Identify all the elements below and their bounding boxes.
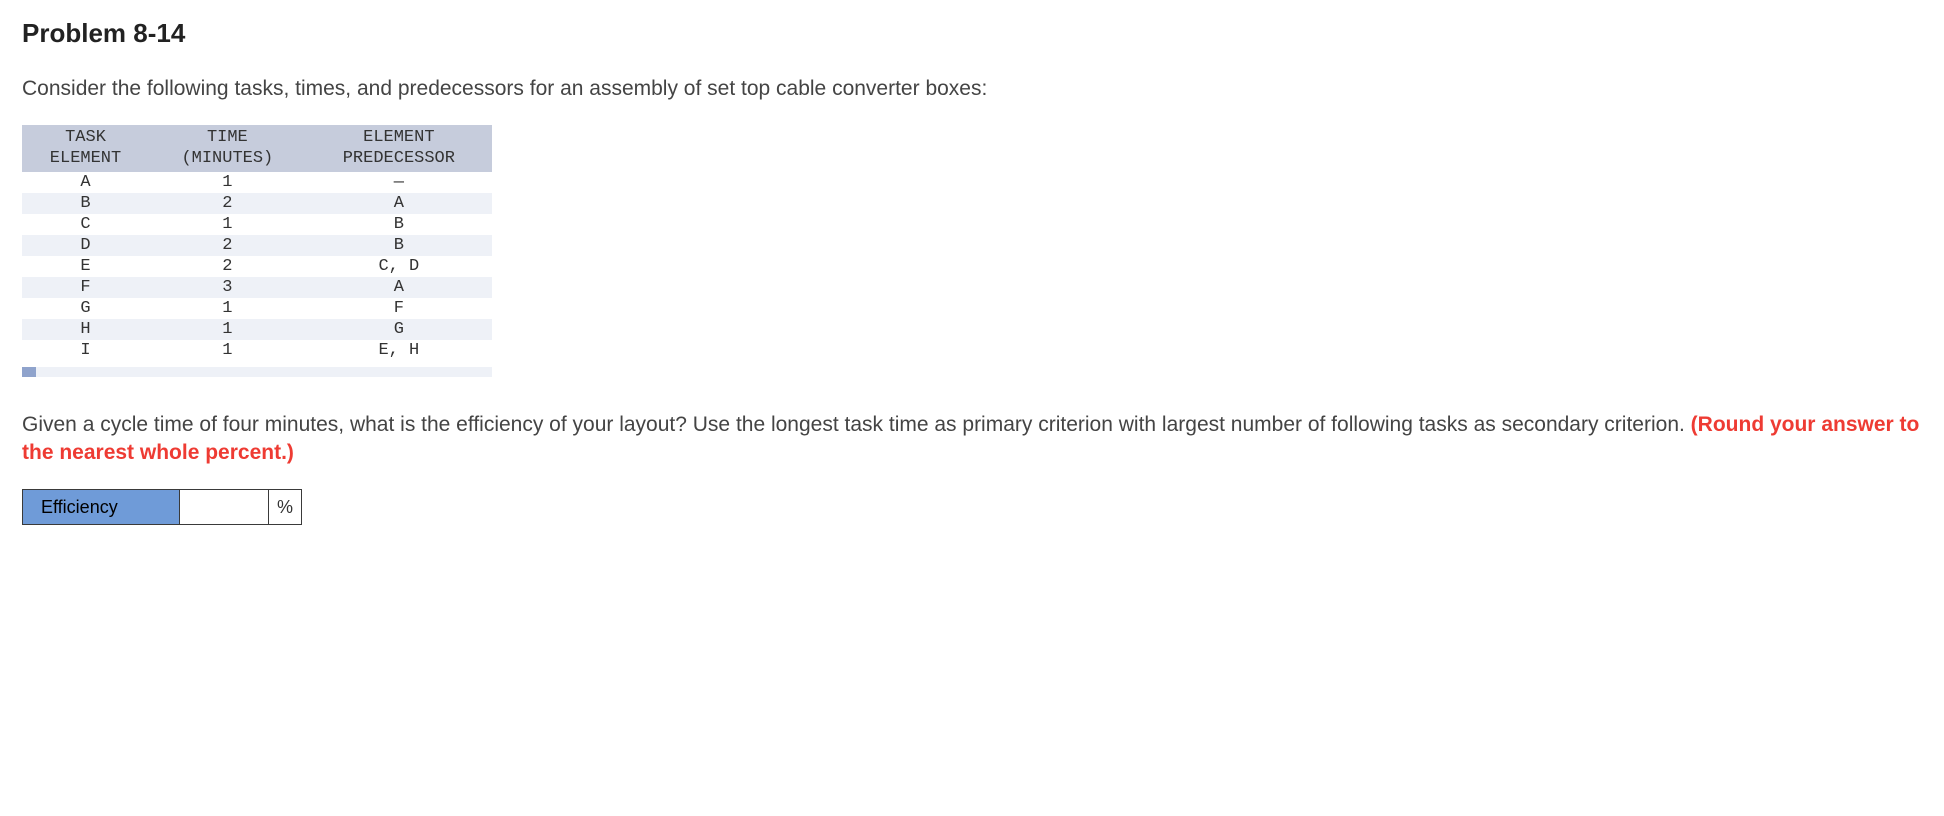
- efficiency-input[interactable]: [180, 490, 269, 524]
- table-row: G1F: [22, 298, 492, 319]
- table-row: A1—: [22, 172, 492, 193]
- cell-pred: A: [306, 193, 492, 214]
- cell-pred: C, D: [306, 256, 492, 277]
- cell-task: A: [22, 172, 149, 193]
- cell-time: 3: [149, 277, 306, 298]
- col-header-time: TIME (MINUTES): [149, 125, 306, 172]
- answer-row: Efficiency %: [22, 489, 302, 525]
- table-row: F3A: [22, 277, 492, 298]
- cell-task: G: [22, 298, 149, 319]
- cell-pred: —: [306, 172, 492, 193]
- cell-pred: B: [306, 214, 492, 235]
- cell-pred: B: [306, 235, 492, 256]
- table-row: C1B: [22, 214, 492, 235]
- cell-pred: F: [306, 298, 492, 319]
- cell-pred: G: [306, 319, 492, 340]
- cell-time: 1: [149, 319, 306, 340]
- cell-time: 1: [149, 214, 306, 235]
- cell-task: D: [22, 235, 149, 256]
- col-header-pred: ELEMENT PREDECESSOR: [306, 125, 492, 172]
- cell-time: 1: [149, 298, 306, 319]
- col-header-task: TASK ELEMENT: [22, 125, 149, 172]
- problem-title: Problem 8-14: [22, 18, 1922, 49]
- cell-time: 2: [149, 235, 306, 256]
- table-scrollbar-track[interactable]: [22, 367, 492, 377]
- cell-time: 2: [149, 256, 306, 277]
- efficiency-unit: %: [269, 490, 301, 524]
- table-row: I1E, H: [22, 340, 492, 361]
- cell-time: 2: [149, 193, 306, 214]
- table-row: E2C, D: [22, 256, 492, 277]
- cell-task: F: [22, 277, 149, 298]
- cell-pred: A: [306, 277, 492, 298]
- problem-intro: Consider the following tasks, times, and…: [22, 77, 1922, 101]
- question-text: Given a cycle time of four minutes, what…: [22, 411, 1922, 468]
- efficiency-label: Efficiency: [23, 490, 180, 524]
- cell-time: 1: [149, 172, 306, 193]
- table-row: H1G: [22, 319, 492, 340]
- cell-task: B: [22, 193, 149, 214]
- task-table: TASK ELEMENT TIME (MINUTES) ELEMENT PRED…: [22, 125, 492, 361]
- cell-pred: E, H: [306, 340, 492, 361]
- cell-task: E: [22, 256, 149, 277]
- table-row: B2A: [22, 193, 492, 214]
- cell-task: H: [22, 319, 149, 340]
- cell-time: 1: [149, 340, 306, 361]
- table-row: D2B: [22, 235, 492, 256]
- question-main: Given a cycle time of four minutes, what…: [22, 413, 1691, 436]
- cell-task: C: [22, 214, 149, 235]
- table-scrollbar-thumb[interactable]: [22, 367, 36, 377]
- cell-task: I: [22, 340, 149, 361]
